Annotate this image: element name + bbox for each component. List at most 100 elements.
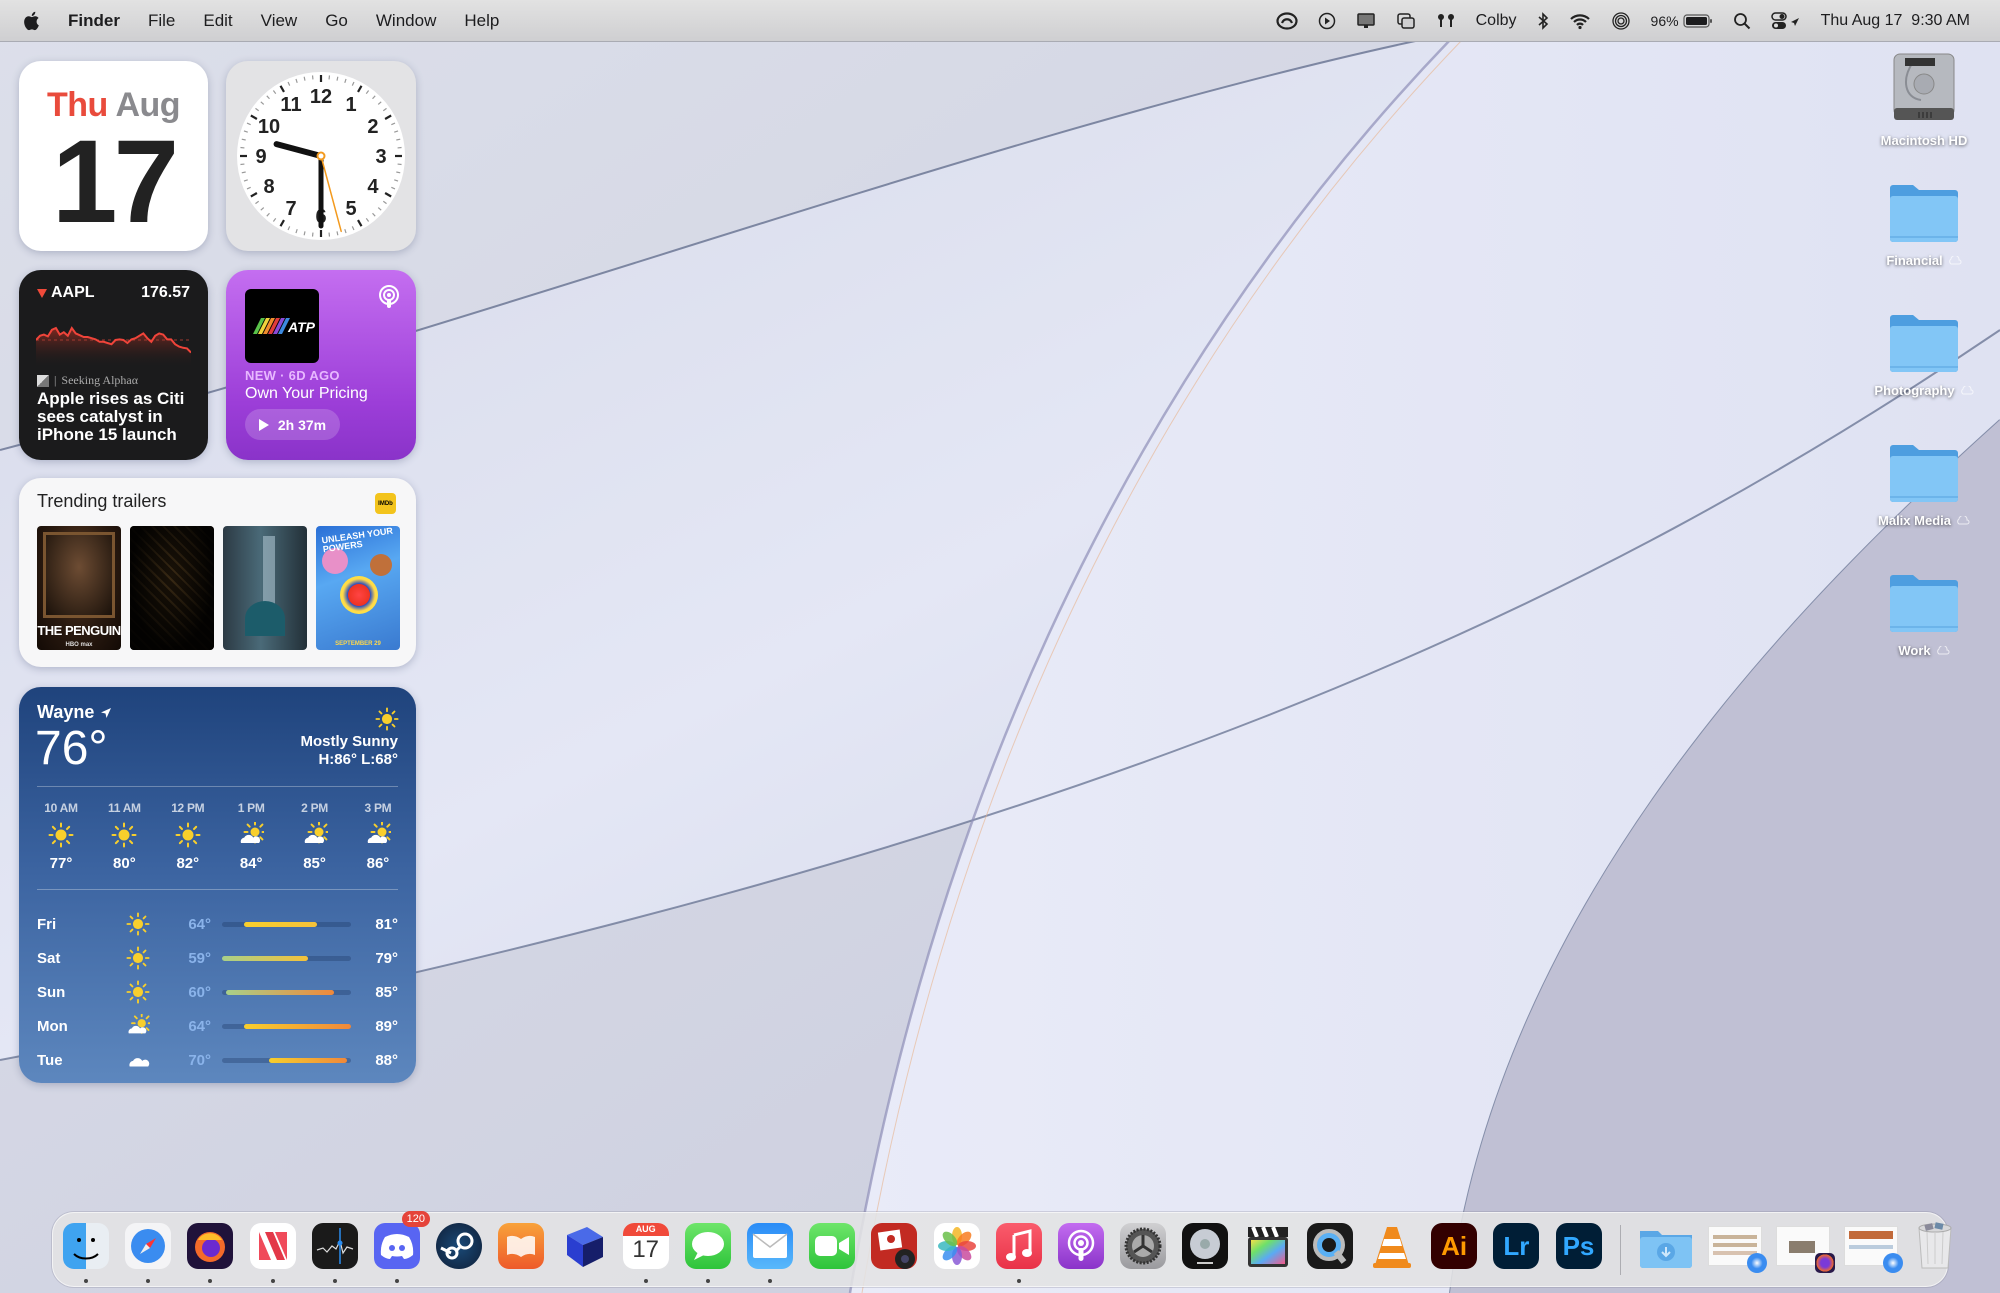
dock-minimized-window-safari[interactable] bbox=[1708, 1226, 1767, 1273]
clock-tick bbox=[336, 231, 339, 236]
sun-icon bbox=[117, 912, 159, 936]
dock-minimized-window-safari-2[interactable] bbox=[1844, 1226, 1903, 1273]
dock-app-firefox[interactable] bbox=[187, 1223, 234, 1283]
3d-cube-icon bbox=[561, 1223, 607, 1269]
desktop-icon-financial[interactable]: Financial bbox=[1864, 182, 1984, 268]
apple-menu-icon[interactable] bbox=[22, 11, 40, 31]
battery-icon bbox=[1682, 13, 1712, 28]
dock-app-vlc[interactable] bbox=[1369, 1223, 1415, 1269]
desktop-icon-label: Financial bbox=[1886, 253, 1943, 268]
dock-minimized-window-firefox[interactable] bbox=[1776, 1226, 1835, 1273]
desktop-icon-work[interactable]: Work bbox=[1864, 572, 1984, 658]
dock-app-messages[interactable] bbox=[684, 1223, 731, 1283]
desktop-icon-macintosh-hd[interactable]: Macintosh HD bbox=[1864, 52, 1984, 148]
menu-window[interactable]: Window bbox=[362, 0, 450, 42]
weather-widget[interactable]: Wayne 76° Mostly Sunny H:86° L:68° 10 AM… bbox=[19, 687, 416, 1083]
icloud-download-icon bbox=[1936, 645, 1950, 654]
dock-app-final-cut-pro[interactable] bbox=[1245, 1223, 1291, 1269]
window-icon[interactable] bbox=[1386, 0, 1426, 42]
clock-widget[interactable]: 121234567891011 bbox=[226, 61, 416, 251]
dock-app-photo-booth[interactable] bbox=[871, 1223, 918, 1269]
play-icon[interactable] bbox=[1308, 0, 1346, 42]
creative-cloud-icon[interactable] bbox=[1266, 0, 1308, 42]
running-indicator bbox=[208, 1279, 213, 1283]
day-low: 60° bbox=[188, 983, 211, 1001]
clock-tick bbox=[241, 171, 246, 174]
battery-status[interactable]: 96% bbox=[1641, 0, 1723, 42]
user-name[interactable]: Colby bbox=[1466, 0, 1527, 42]
dock-app-steam[interactable] bbox=[436, 1223, 483, 1269]
dock-app-photoshop[interactable]: Ps bbox=[1555, 1223, 1602, 1269]
day-high: 81° bbox=[375, 915, 398, 933]
dock-app-quicktime-player[interactable] bbox=[1306, 1223, 1353, 1269]
dock-app-finder[interactable] bbox=[63, 1223, 109, 1283]
day-low: 64° bbox=[188, 1017, 211, 1035]
temperature-range-bar bbox=[222, 921, 351, 927]
wifi-icon[interactable] bbox=[1559, 0, 1601, 42]
dock-app-photos[interactable] bbox=[933, 1223, 980, 1269]
control-center-icon[interactable] bbox=[1761, 0, 1811, 42]
menu-clock[interactable]: Thu Aug 17 9:30 AM bbox=[1811, 0, 1980, 42]
svg-text:ATP: ATP bbox=[287, 319, 315, 335]
trailer-poster-paw-patrol[interactable]: UNLEASH YOUR POWERS SEPTEMBER 29 bbox=[316, 526, 400, 650]
trending-trailers-widget[interactable]: Trending trailers IMDb THE PENGUIN HBO m… bbox=[19, 478, 416, 667]
dock-app-lightroom[interactable]: Lr bbox=[1493, 1223, 1540, 1269]
calendar-widget[interactable]: Thu Aug 17 bbox=[19, 61, 208, 251]
notification-badge: 120 bbox=[401, 1211, 430, 1227]
dock-app-books[interactable] bbox=[498, 1223, 545, 1269]
finder-icon bbox=[66, 1226, 106, 1266]
podcast-artwork[interactable]: ATP bbox=[245, 289, 319, 363]
temperature-range-bar bbox=[222, 955, 351, 961]
news-headline[interactable]: Apple rises as Citi sees catalyst in iPh… bbox=[37, 390, 196, 444]
steam-icon bbox=[439, 1226, 479, 1266]
day-low: 70° bbox=[188, 1051, 211, 1069]
stock-sparkline bbox=[36, 326, 191, 368]
dock-downloads-folder[interactable] bbox=[1638, 1223, 1694, 1269]
hour-temp: 85° bbox=[303, 855, 326, 872]
hour-label: 2 PM bbox=[301, 801, 328, 815]
menu-file[interactable]: File bbox=[134, 0, 189, 42]
cloud-icon bbox=[117, 1048, 159, 1072]
stocks-widget[interactable]: AAPL 176.57 | Seeking Alphaα Apple rises … bbox=[19, 270, 208, 460]
trailer-poster-the-nun-ii[interactable] bbox=[130, 526, 214, 650]
menu-view[interactable]: View bbox=[247, 0, 312, 42]
dock-trash[interactable] bbox=[1912, 1222, 1958, 1269]
stocks-icon bbox=[315, 1226, 355, 1266]
menu-edit[interactable]: Edit bbox=[189, 0, 246, 42]
desktop-icon-malix-media[interactable]: Malix Media bbox=[1864, 442, 1984, 528]
trailer-poster-the-penguin[interactable]: THE PENGUIN HBO max bbox=[37, 526, 121, 650]
dock-app-illustrator[interactable]: Ai bbox=[1431, 1223, 1478, 1269]
menu-help[interactable]: Help bbox=[450, 0, 513, 42]
stock-symbol: AAPL bbox=[51, 284, 95, 301]
dock-app-discord[interactable]: 120 bbox=[373, 1211, 430, 1283]
bluetooth-icon[interactable] bbox=[1527, 0, 1559, 42]
search-icon[interactable] bbox=[1723, 0, 1761, 42]
dock-app-stocks[interactable] bbox=[311, 1223, 358, 1283]
day-low: 59° bbox=[188, 949, 211, 967]
airpods-icon[interactable] bbox=[1426, 0, 1466, 42]
podcasts-app-icon bbox=[379, 285, 399, 308]
trailer-poster-jawan[interactable] bbox=[223, 526, 307, 650]
discord-icon bbox=[380, 1233, 414, 1259]
dock-app-facetime[interactable] bbox=[809, 1223, 856, 1269]
dock-app-logic-pro[interactable] bbox=[1182, 1223, 1229, 1269]
dock-app-news[interactable] bbox=[249, 1223, 296, 1283]
dock-app-podcasts[interactable] bbox=[1058, 1223, 1104, 1269]
dock-app-safari[interactable] bbox=[125, 1223, 172, 1283]
play-episode-button[interactable]: 2h 37m bbox=[245, 409, 340, 440]
safari-badge-icon bbox=[1747, 1253, 1767, 1273]
dock-app-system-settings[interactable] bbox=[1120, 1223, 1167, 1269]
display-icon[interactable] bbox=[1346, 0, 1386, 42]
airdrop-icon[interactable] bbox=[1601, 0, 1641, 42]
menu-go[interactable]: Go bbox=[311, 0, 362, 42]
podcast-widget[interactable]: ATP NEW · 6D AGO Own Your Pricing 2h 37m bbox=[226, 270, 416, 460]
clock-tick bbox=[336, 76, 339, 81]
menu-app-name[interactable]: Finder bbox=[54, 0, 134, 42]
dock-app-music[interactable] bbox=[995, 1223, 1042, 1283]
dock-app-calendar[interactable]: AUG 17 bbox=[622, 1223, 669, 1283]
current-temperature: 76° bbox=[35, 722, 108, 775]
desktop-icon-photography[interactable]: Photography bbox=[1864, 312, 1984, 398]
imdb-logo-icon: IMDb bbox=[375, 493, 396, 514]
dock-app-mail[interactable] bbox=[747, 1223, 794, 1283]
dock-app-3d-cube[interactable] bbox=[561, 1223, 607, 1269]
